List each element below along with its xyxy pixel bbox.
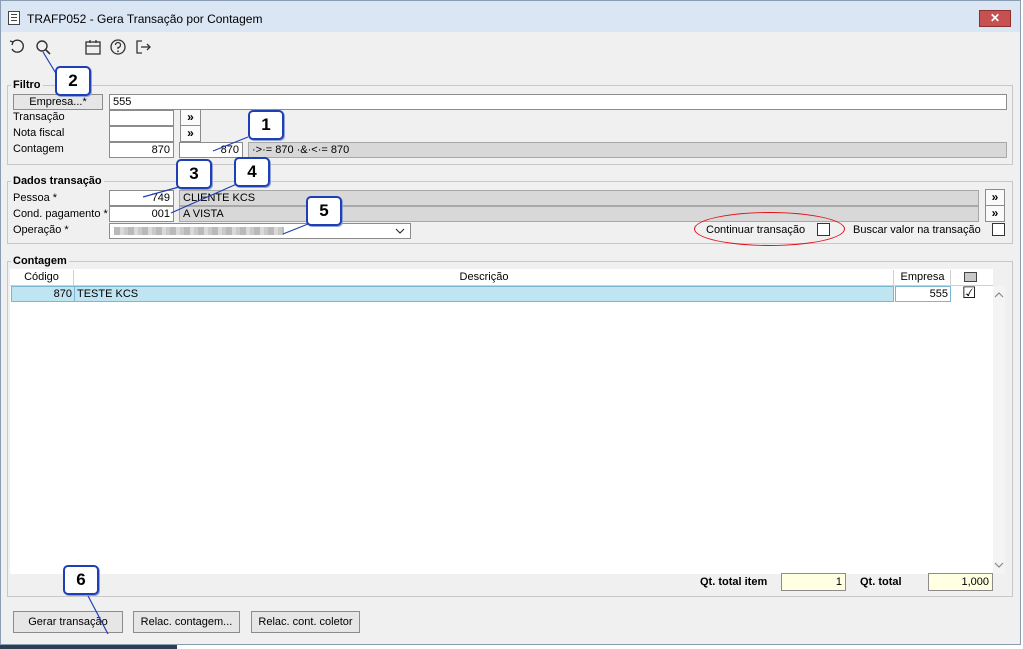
contagem-group-label: Contagem — [11, 255, 69, 267]
help-icon[interactable] — [109, 38, 127, 56]
col-codigo[interactable]: Código — [10, 270, 74, 285]
contagem-from-field[interactable]: 870 — [109, 142, 174, 158]
callout-5: 5 — [306, 196, 342, 226]
window-title: TRAFP052 - Gera Transação por Contagem — [27, 12, 263, 26]
gerar-transacao-button[interactable]: Gerar transação — [13, 611, 123, 633]
taskbar-strip — [0, 645, 177, 649]
nota-fiscal-label: Nota fiscal — [13, 127, 65, 139]
cond-pagamento-code-field[interactable]: 001 — [109, 206, 174, 222]
row-codigo: 870 — [53, 288, 72, 300]
header-checkbox[interactable] — [964, 272, 977, 282]
qt-total-item-label: Qt. total item — [700, 576, 768, 588]
relac-cont-coletor-button[interactable]: Relac. cont. coletor — [251, 611, 360, 633]
transacao-more-button[interactable]: » — [180, 109, 201, 126]
nota-fiscal-more-button[interactable]: » — [180, 125, 201, 142]
relac-contagem-button[interactable]: Relac. contagem... — [133, 611, 240, 633]
search-icon[interactable] — [34, 38, 52, 56]
cond-pagamento-more-button[interactable]: » — [985, 205, 1005, 222]
callout-4: 4 — [234, 157, 270, 187]
chevron-down-icon — [395, 228, 405, 234]
buscar-valor-checkbox[interactable] — [992, 223, 1005, 236]
cond-pagamento-name-field: A VISTA — [179, 206, 979, 222]
operacao-label: Operação * — [13, 224, 69, 236]
contagem-expression: ·>·= 870 ·&·<·= 870 — [248, 142, 1007, 158]
col-descricao[interactable]: Descrição — [75, 270, 894, 285]
exit-icon[interactable] — [134, 38, 152, 56]
qt-total-item-field: 1 — [781, 573, 846, 591]
cond-pagamento-label: Cond. pagamento * — [13, 208, 108, 220]
app-icon — [8, 11, 20, 25]
row-descricao: TESTE KCS — [77, 288, 139, 300]
calendar-icon[interactable] — [84, 38, 102, 56]
col-empresa[interactable]: Empresa — [895, 270, 951, 285]
callout-3: 3 — [176, 159, 212, 189]
pessoa-name-field: CLIENTE KCS — [179, 190, 979, 206]
contagem-grid — [10, 269, 993, 574]
row-checkbox[interactable]: ☑ — [962, 284, 976, 302]
filtro-group-label: Filtro — [11, 79, 43, 91]
table-row[interactable] — [11, 286, 894, 302]
pessoa-label: Pessoa * — [13, 192, 58, 204]
toolbar — [1, 32, 1020, 64]
empresa-button[interactable]: Empresa...* — [13, 94, 103, 110]
transacao-field[interactable] — [109, 110, 174, 126]
callout-2: 2 — [55, 66, 91, 96]
callout-1: 1 — [248, 110, 284, 140]
qt-total-field: 1,000 — [928, 573, 993, 591]
nota-fiscal-field[interactable] — [109, 126, 174, 142]
grid-scrollbar[interactable] — [993, 286, 1005, 574]
row-empresa: 555 — [929, 288, 948, 300]
contagem-label: Contagem — [13, 143, 64, 155]
qt-total-label: Qt. total — [860, 576, 902, 588]
transacao-label: Transação — [13, 111, 65, 123]
callout-6: 6 — [63, 565, 99, 595]
undo-icon[interactable] — [8, 38, 26, 56]
close-button[interactable]: ✕ — [979, 10, 1011, 27]
pessoa-more-button[interactable]: » — [985, 189, 1005, 206]
grid-divider — [74, 286, 75, 302]
operacao-select[interactable] — [109, 223, 411, 239]
dados-group-label: Dados transação — [11, 175, 104, 187]
scroll-up-icon[interactable] — [994, 291, 1004, 299]
pessoa-code-field[interactable]: 749 — [109, 190, 174, 206]
operacao-blurred-value — [114, 227, 284, 235]
empresa-field[interactable]: 555 — [109, 94, 1007, 110]
scroll-down-icon[interactable] — [994, 561, 1004, 569]
buscar-valor-label: Buscar valor na transação — [853, 224, 981, 236]
highlight-ellipse — [694, 212, 845, 246]
contagem-to-field[interactable]: 870 — [179, 142, 243, 158]
